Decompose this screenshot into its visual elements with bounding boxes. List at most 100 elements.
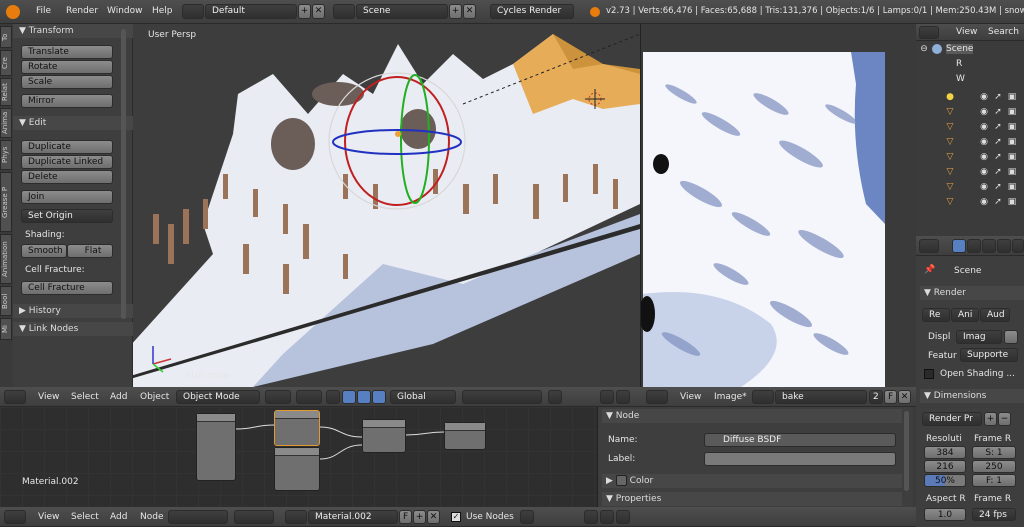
outliner-row[interactable]: ● ◉ ➚ ▣ bbox=[930, 91, 1022, 105]
outliner-scene-label[interactable]: Scene bbox=[946, 44, 974, 54]
scene-selector[interactable]: Scene bbox=[356, 4, 448, 19]
resolution-percent-field[interactable]: 50% bbox=[924, 474, 966, 487]
image-fake-user-button[interactable]: F bbox=[884, 390, 897, 404]
material-name-field[interactable]: Material.002 bbox=[308, 510, 398, 524]
scale-button[interactable]: Scale bbox=[21, 75, 113, 89]
cursor-icon[interactable]: ➚ bbox=[992, 121, 1004, 133]
outliner-render-layer[interactable]: R bbox=[956, 59, 962, 69]
3d-viewport[interactable]: User Persp (10) snow bbox=[133, 24, 640, 387]
outliner-row[interactable]: ▽ ◉ ➚ ▣ bbox=[930, 181, 1022, 195]
remove-preset-button[interactable]: − bbox=[998, 412, 1011, 426]
frame-start-field[interactable]: S: 1 bbox=[972, 446, 1016, 459]
pivot-selector[interactable] bbox=[296, 390, 322, 404]
menu-object[interactable]: Object bbox=[140, 392, 169, 402]
cursor-icon[interactable]: ➚ bbox=[992, 91, 1004, 103]
translate-manipulator[interactable] bbox=[342, 390, 356, 404]
outliner-row[interactable]: ▽ ◉ ➚ ▣ bbox=[930, 196, 1022, 210]
node-editor[interactable]: Material.002 bbox=[0, 407, 597, 507]
render-animation-button[interactable]: Ani bbox=[951, 308, 979, 322]
node-name-field[interactable]: Diffuse BSDF bbox=[704, 433, 896, 447]
translate-button[interactable]: Translate bbox=[21, 45, 113, 59]
menu-select-node[interactable]: Select bbox=[71, 512, 99, 522]
camera-render-icon[interactable]: ▣ bbox=[1006, 136, 1018, 148]
expand-scene-icon[interactable]: ⊖ bbox=[918, 43, 930, 55]
render-presets-dropdown[interactable]: Render Pr bbox=[922, 412, 982, 426]
tab-animation-short[interactable]: Anima bbox=[0, 108, 12, 138]
menu-window[interactable]: Window bbox=[107, 6, 143, 16]
outliner-row[interactable]: ▽ ◉ ➚ ▣ bbox=[930, 166, 1022, 180]
node-panel-scrollbar[interactable] bbox=[904, 411, 909, 491]
menu-search-outliner[interactable]: Search bbox=[988, 27, 1019, 37]
render-preview-button[interactable] bbox=[600, 390, 614, 404]
copy-nodes-button[interactable] bbox=[600, 510, 614, 524]
menu-select[interactable]: Select bbox=[71, 392, 99, 402]
menu-node[interactable]: Node bbox=[140, 512, 164, 522]
tab-tools[interactable]: To bbox=[0, 26, 12, 48]
eye-icon[interactable]: ◉ bbox=[978, 91, 990, 103]
eye-icon[interactable]: ◉ bbox=[978, 121, 990, 133]
object-shader-toggle[interactable] bbox=[234, 510, 274, 524]
use-nodes-checkbox[interactable]: ✓ bbox=[451, 512, 461, 522]
menu-image[interactable]: Image* bbox=[714, 392, 747, 402]
edit-panel-header[interactable]: ▼ Edit bbox=[13, 116, 133, 130]
image-unlink-button[interactable]: ✕ bbox=[898, 390, 911, 404]
tab-bool[interactable]: Bool bbox=[0, 286, 12, 316]
eye-icon[interactable]: ◉ bbox=[978, 196, 990, 208]
menu-render[interactable]: Render bbox=[66, 6, 98, 16]
transform-panel-header[interactable]: ▼ Transform bbox=[13, 24, 133, 38]
resolution-x-field[interactable]: 384 bbox=[924, 446, 966, 459]
menu-file[interactable]: File bbox=[36, 6, 51, 16]
material-fake-user-button[interactable]: F bbox=[399, 510, 412, 524]
tab-relations[interactable]: Relat bbox=[0, 78, 12, 106]
cursor-icon[interactable]: ➚ bbox=[992, 196, 1004, 208]
editor-type-image[interactable] bbox=[646, 390, 668, 404]
outliner-row[interactable]: ▽ ◉ ➚ ▣ bbox=[930, 106, 1022, 120]
menu-help[interactable]: Help bbox=[152, 6, 173, 16]
menu-view-node[interactable]: View bbox=[38, 512, 59, 522]
camera-render-icon[interactable]: ▣ bbox=[1006, 196, 1018, 208]
add-preset-button[interactable]: + bbox=[984, 412, 997, 426]
editor-type-outliner[interactable] bbox=[919, 26, 939, 39]
menu-add-node[interactable]: Add bbox=[110, 512, 127, 522]
image-browse-icon[interactable] bbox=[752, 390, 774, 404]
color-checkbox[interactable] bbox=[615, 475, 627, 486]
cursor-icon[interactable]: ➚ bbox=[992, 136, 1004, 148]
cell-fracture-button[interactable]: Cell Fracture bbox=[21, 281, 113, 295]
render-panel-header[interactable]: ▼ Render bbox=[920, 286, 1024, 300]
outliner-row[interactable]: ▽ ◉ ➚ ▣ bbox=[930, 151, 1022, 165]
outliner-row[interactable]: ▽ ◉ ➚ ▣ bbox=[930, 121, 1022, 135]
remove-layout-button[interactable]: ✕ bbox=[312, 4, 325, 19]
duplicate-linked-button[interactable]: Duplicate Linked bbox=[21, 155, 113, 169]
manipulator-toggle[interactable] bbox=[326, 390, 340, 404]
feature-set-dropdown[interactable]: Supporte bbox=[960, 348, 1018, 362]
tab-create[interactable]: Cre bbox=[0, 50, 12, 76]
node-panel-header[interactable]: ▼ Node bbox=[602, 409, 902, 423]
menu-view-image[interactable]: View bbox=[680, 392, 701, 402]
delete-button[interactable]: Delete bbox=[21, 170, 113, 184]
scale-manipulator[interactable] bbox=[372, 390, 386, 404]
render-tab-icon[interactable] bbox=[952, 239, 966, 253]
image-users-count[interactable]: 2 bbox=[869, 390, 883, 404]
eye-icon[interactable]: ◉ bbox=[978, 166, 990, 178]
world-tab-icon[interactable] bbox=[997, 239, 1011, 253]
snap-node-toggle[interactable] bbox=[584, 510, 598, 524]
render-button[interactable]: Re bbox=[922, 308, 950, 322]
paste-nodes-button[interactable] bbox=[616, 510, 630, 524]
eye-icon[interactable]: ◉ bbox=[978, 181, 990, 193]
outliner-row[interactable]: ▽ ◉ ➚ ▣ bbox=[930, 136, 1022, 150]
eye-icon[interactable]: ◉ bbox=[978, 106, 990, 118]
image-editor[interactable] bbox=[640, 24, 916, 387]
image-name-field[interactable]: bake bbox=[775, 390, 867, 404]
render-engine-selector[interactable]: Cycles Render bbox=[490, 4, 574, 19]
backdrop-toggle[interactable] bbox=[520, 510, 534, 524]
menu-view-outliner[interactable]: View bbox=[956, 27, 977, 37]
editor-type-3d[interactable] bbox=[4, 390, 26, 404]
rotate-manipulator[interactable] bbox=[357, 390, 371, 404]
render-audio-button[interactable]: Aud bbox=[980, 308, 1010, 322]
transform-orientation-selector[interactable]: Global bbox=[390, 390, 456, 404]
remove-scene-button[interactable]: ✕ bbox=[463, 4, 476, 19]
lock-interface-button[interactable] bbox=[1004, 330, 1018, 344]
eye-icon[interactable]: ◉ bbox=[978, 136, 990, 148]
viewport-shading-selector[interactable] bbox=[265, 390, 291, 404]
snap-toggle[interactable] bbox=[548, 390, 562, 404]
